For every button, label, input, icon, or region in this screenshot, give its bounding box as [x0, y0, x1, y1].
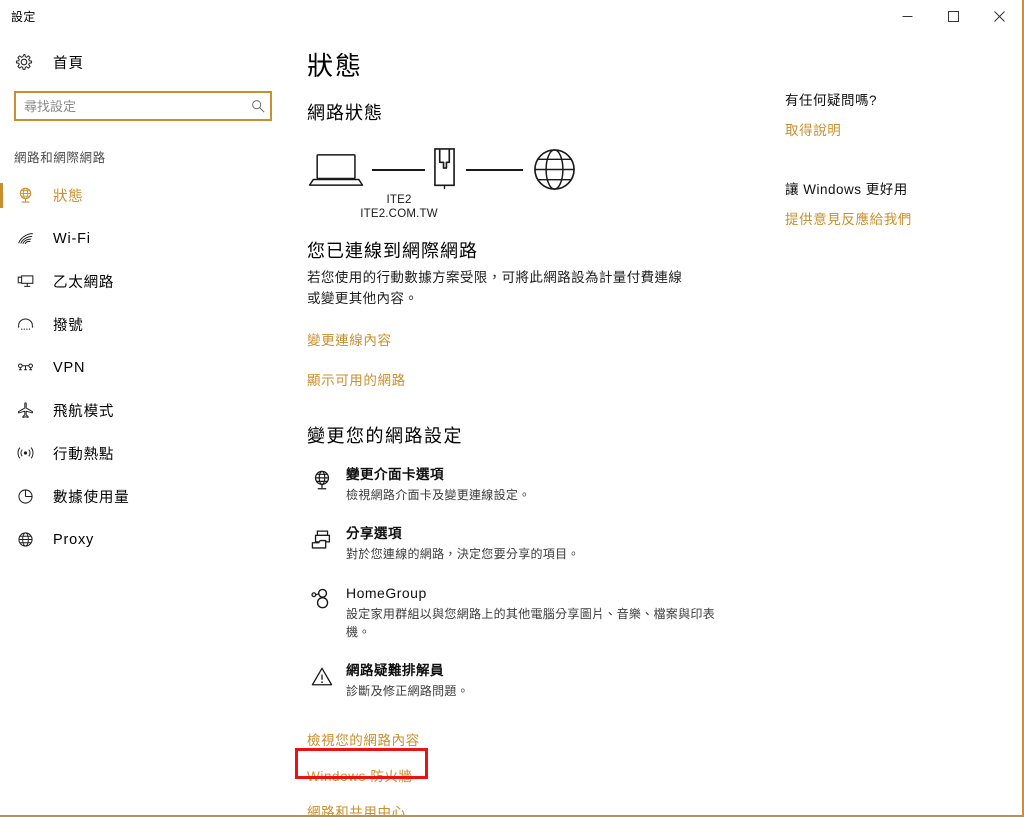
- option-text-group: 變更介面卡選項 檢視網路介面卡及變更連線設定。: [337, 466, 737, 504]
- sidebar-item-label: 飛航模式: [53, 404, 115, 420]
- link-get-help[interactable]: 取得說明: [785, 119, 841, 139]
- adapter-options-icon: [307, 466, 337, 493]
- link-give-feedback[interactable]: 提供意見反應給我們: [785, 208, 912, 228]
- globe-icon: [532, 147, 577, 197]
- wifi-icon: [14, 228, 36, 250]
- settings-window: 設定 首頁 尋找設定 網路和網際網路 狀態 Wi-Fi 乙太網路 撥號 VPN …: [0, 0, 1024, 817]
- connection-description: 若您使用的行動數據方案受限，可將此網路設為計量付費連線或變更其他內容。: [307, 270, 683, 307]
- option-title: HomeGroup: [346, 585, 427, 602]
- sidebar-item-vpn[interactable]: VPN: [0, 346, 300, 389]
- option-text-group: 分享選項 對於您連線的網路，決定您要分享的項目。: [337, 525, 737, 563]
- sidebar-item-mobile-hotspot[interactable]: 行動熱點: [0, 432, 300, 475]
- link-change-connection-properties[interactable]: 變更連線內容: [307, 329, 392, 349]
- option-title: 網路疑難排解員: [346, 663, 444, 679]
- right-rail: 有任何疑問嗎? 取得說明 讓 Windows 更好用 提供意見反應給我們: [780, 32, 1020, 815]
- sidebar-item-airplane-mode[interactable]: 飛航模式: [0, 389, 300, 432]
- option-homegroup[interactable]: HomeGroup 設定家用群組以與您網路上的其他電腦分享圖片、音樂、檔案與印表…: [307, 584, 770, 641]
- link-windows-firewall[interactable]: Windows 防火牆: [307, 765, 413, 785]
- rail-heading: 讓 Windows 更好用: [785, 182, 908, 197]
- link-show-available-networks[interactable]: 顯示可用的網路: [307, 369, 406, 389]
- sidebar-item-label: 撥號: [53, 318, 84, 334]
- airplane-icon: [14, 400, 36, 422]
- sidebar-item-ethernet[interactable]: 乙太網路: [0, 260, 300, 303]
- sidebar-item-label: Wi-Fi: [53, 230, 91, 247]
- title-bar[interactable]: 設定: [0, 0, 1022, 32]
- change-connection-properties-row: 變更連線內容: [307, 329, 770, 350]
- link-network-and-sharing-center[interactable]: 網路和共用中心: [307, 801, 406, 815]
- bottom-link-row: 檢視您的網路內容: [307, 721, 770, 757]
- router-label-group: ITE2 ITE2.COM.TW: [289, 193, 509, 222]
- bottom-links-list: 檢視您的網路內容 Windows 防火牆 網路和共用中心 網路重設: [295, 721, 770, 815]
- sidebar-item-home[interactable]: 首頁: [0, 45, 300, 79]
- option-description: 對於您連線的網路，決定您要分享的項目。: [346, 547, 580, 562]
- sidebar-item-label: 行動熱點: [53, 447, 115, 463]
- search-input[interactable]: [14, 91, 272, 121]
- option-description: 檢視網路介面卡及變更連線設定。: [346, 487, 531, 502]
- option-title: 分享選項: [346, 525, 402, 541]
- sidebar-group-title: 網路和網際網路: [14, 151, 106, 165]
- sidebar-nav-list: 狀態 Wi-Fi 乙太網路 撥號 VPN 飛航模式 行動熱點 數據使用量 Pro…: [0, 174, 300, 561]
- search-field-wrapper: [14, 91, 272, 121]
- homegroup-icon: [307, 584, 337, 611]
- minimize-icon: [902, 15, 912, 17]
- connection-status-text: 您已連線到網際網路: [307, 241, 478, 261]
- option-description: 設定家用群組以與您網路上的其他電腦分享圖片、音樂、檔案與印表機。: [346, 607, 716, 640]
- rail-heading: 有任何疑問嗎?: [785, 93, 878, 108]
- network-options-list: 變更介面卡選項 檢視網路介面卡及變更連線設定。 分享選項 對於您連線的網路，決定…: [307, 466, 770, 701]
- network-status-icon: [14, 185, 36, 207]
- page-title: 狀態: [307, 51, 364, 81]
- sidebar-item-label: Proxy: [53, 531, 95, 548]
- close-button[interactable]: [976, 0, 1022, 32]
- option-sharing-options[interactable]: 分享選項 對於您連線的網路，決定您要分享的項目。: [307, 525, 770, 563]
- data-usage-icon: [14, 486, 36, 508]
- option-text-group: HomeGroup 設定家用群組以與您網路上的其他電腦分享圖片、音樂、檔案與印表…: [337, 584, 737, 641]
- option-text-group: 網路疑難排解員 診斷及修正網路問題。: [337, 662, 737, 700]
- option-adapter-options[interactable]: 變更介面卡選項 檢視網路介面卡及變更連線設定。: [307, 466, 770, 504]
- rail-block-feedback: 讓 Windows 更好用 提供意見反應給我們: [785, 178, 1020, 229]
- sidebar-item-label: 乙太網路: [53, 275, 115, 291]
- sidebar-item-proxy[interactable]: Proxy: [0, 518, 300, 561]
- ethernet-icon: [14, 271, 36, 293]
- connection-line-left: [372, 169, 425, 171]
- sidebar-item-label: 狀態: [53, 189, 84, 205]
- troubleshooter-warning-icon: [307, 662, 337, 689]
- sidebar-item-label: VPN: [53, 359, 86, 376]
- laptop-icon: [308, 153, 365, 192]
- sidebar-item-label: 數據使用量: [53, 490, 130, 506]
- caption-button-group: [884, 0, 1022, 32]
- option-title: 變更介面卡選項: [346, 466, 444, 482]
- vpn-icon: [14, 357, 36, 379]
- bottom-link-row: Windows 防火牆: [295, 748, 770, 793]
- proxy-globe-icon: [14, 529, 36, 551]
- link-view-network-properties[interactable]: 檢視您的網路內容: [307, 729, 420, 749]
- maximize-button[interactable]: [930, 0, 976, 32]
- network-port-icon: [431, 147, 458, 196]
- sidebar-item-wifi[interactable]: Wi-Fi: [0, 217, 300, 260]
- maximize-icon: [947, 10, 959, 22]
- sidebar: 首頁 網路和網際網路: [0, 32, 300, 815]
- sidebar-item-status[interactable]: 狀態: [0, 174, 300, 217]
- bottom-link-row: 網路和共用中心: [307, 793, 770, 815]
- rail-block-help: 有任何疑問嗎? 取得說明: [785, 89, 1020, 140]
- sharing-options-icon: [307, 525, 337, 552]
- gear-icon: [14, 52, 34, 72]
- sidebar-item-data-usage[interactable]: 數據使用量: [0, 475, 300, 518]
- router-name: ITE2: [386, 194, 412, 206]
- network-status-section-title: 網路狀態: [307, 103, 383, 123]
- network-map: ITE2 ITE2.COM.TW: [308, 147, 579, 223]
- close-icon: [993, 10, 1005, 22]
- dial-up-icon: [14, 314, 36, 336]
- minimize-button[interactable]: [884, 0, 930, 32]
- connection-line-right: [466, 169, 523, 171]
- option-description: 診斷及修正網路問題。: [346, 684, 470, 699]
- show-available-networks-row: 顯示可用的網路: [307, 369, 770, 390]
- option-network-troubleshooter[interactable]: 網路疑難排解員 診斷及修正網路問題。: [307, 662, 770, 700]
- sidebar-home-label: 首頁: [53, 55, 84, 72]
- sidebar-item-dialup[interactable]: 撥號: [0, 303, 300, 346]
- main-content: 狀態 網路狀態 ITE2 ITE2.COM.TW 您已連線到網際網路 若您使用的…: [295, 32, 770, 815]
- router-domain: ITE2.COM.TW: [360, 208, 438, 221]
- hotspot-icon: [14, 443, 36, 465]
- window-title: 設定: [11, 9, 36, 24]
- change-network-settings-heading: 變更您的網路設定: [307, 425, 463, 446]
